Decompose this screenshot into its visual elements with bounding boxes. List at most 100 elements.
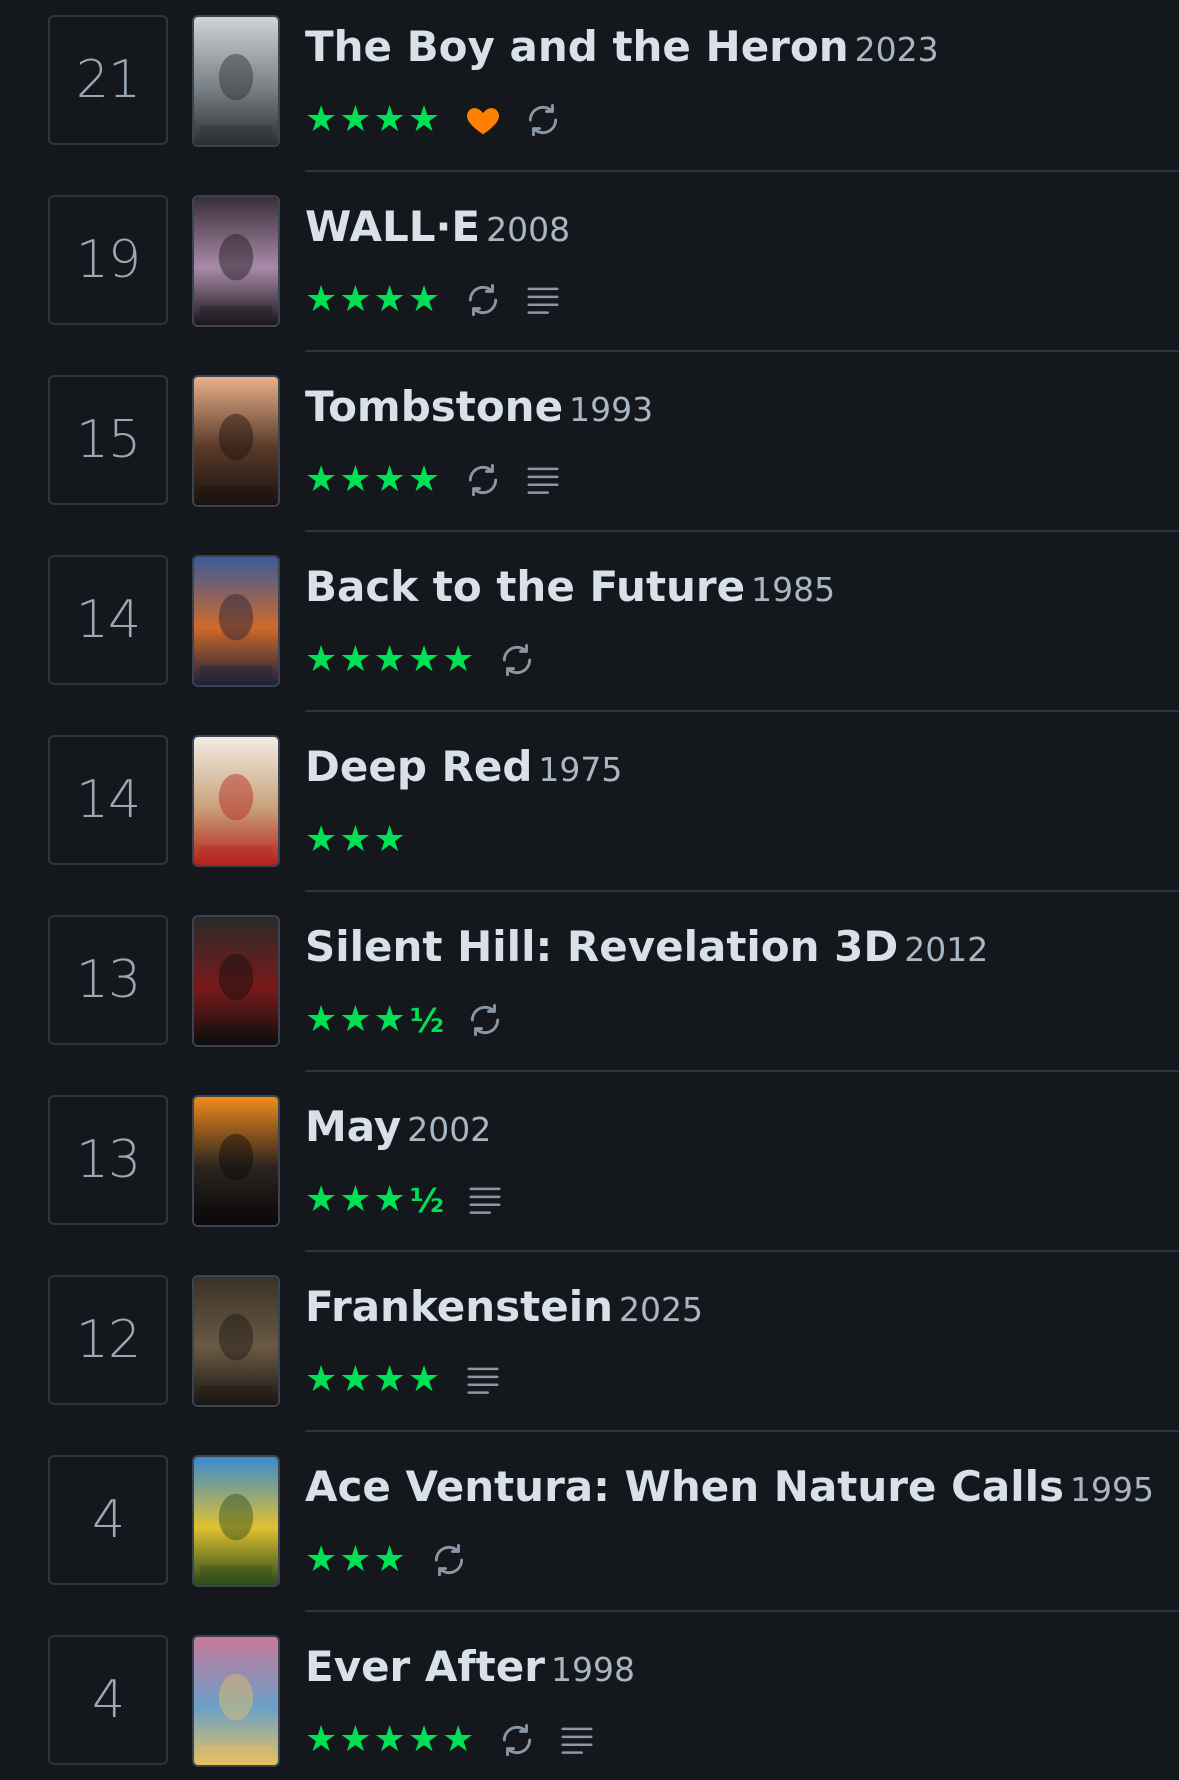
film-title[interactable]: The Boy and the Heron bbox=[305, 22, 849, 71]
film-poster[interactable] bbox=[192, 915, 280, 1047]
film-year[interactable]: 1993 bbox=[569, 390, 653, 429]
star-rating: ★★★★ bbox=[305, 1359, 443, 1400]
review-icon[interactable] bbox=[524, 281, 562, 319]
film-meta: ★★★★★ bbox=[305, 1720, 596, 1760]
film-year[interactable]: 2012 bbox=[904, 930, 988, 969]
film-year[interactable]: 1975 bbox=[538, 750, 622, 789]
film-year[interactable]: 1995 bbox=[1070, 1470, 1154, 1509]
film-row-2[interactable]: 19 WALL·E 2008 ★★★★ bbox=[0, 180, 1179, 360]
row-divider bbox=[305, 170, 1179, 172]
film-title-line[interactable]: Deep Red 1975 bbox=[305, 742, 622, 791]
rewatch-icon[interactable] bbox=[498, 641, 536, 679]
film-poster[interactable] bbox=[192, 735, 280, 867]
film-year[interactable]: 1998 bbox=[551, 1650, 635, 1689]
film-title[interactable]: Back to the Future bbox=[305, 562, 745, 611]
film-poster[interactable] bbox=[192, 1275, 280, 1407]
star-rating: ★★★★★ bbox=[305, 639, 477, 680]
row-divider bbox=[305, 1250, 1179, 1252]
film-row-5[interactable]: 14 Deep Red 1975 ★★★ bbox=[0, 720, 1179, 900]
film-row-1[interactable]: 21 The Boy and the Heron 2023 ★★★★ bbox=[0, 0, 1179, 180]
film-poster[interactable] bbox=[192, 15, 280, 147]
film-title[interactable]: Frankenstein bbox=[305, 1282, 613, 1331]
rewatch-icon[interactable] bbox=[464, 281, 502, 319]
film-year[interactable]: 2023 bbox=[855, 30, 939, 69]
star-rating: ★★★ bbox=[305, 1179, 408, 1220]
film-poster[interactable] bbox=[192, 1635, 280, 1767]
review-icon[interactable] bbox=[558, 1721, 596, 1759]
film-row-4[interactable]: 14 Back to the Future 1985 ★★★★★ bbox=[0, 540, 1179, 720]
rewatch-icon[interactable] bbox=[466, 1001, 504, 1039]
rank-badge: 12 bbox=[48, 1275, 168, 1405]
star-rating: ★★★★★ bbox=[305, 1719, 477, 1760]
film-meta: ★★★★ bbox=[305, 100, 562, 140]
film-title[interactable]: Ace Ventura: When Nature Calls bbox=[305, 1462, 1064, 1511]
review-icon[interactable] bbox=[464, 1361, 502, 1399]
film-meta: ★★★★ bbox=[305, 1360, 502, 1400]
rank-badge: 19 bbox=[48, 195, 168, 325]
ranked-film-list: 21 The Boy and the Heron 2023 ★★★★ 19 WAL… bbox=[0, 0, 1179, 1780]
film-meta: ★★★ bbox=[305, 820, 408, 860]
film-title[interactable]: May bbox=[305, 1102, 401, 1151]
star-rating: ★★★★ bbox=[305, 99, 443, 140]
film-row-7[interactable]: 13 May 2002 ★★★ ½ bbox=[0, 1080, 1179, 1260]
film-title-line[interactable]: May 2002 bbox=[305, 1102, 491, 1151]
rank-badge: 13 bbox=[48, 1095, 168, 1225]
rank-badge: 14 bbox=[48, 555, 168, 685]
rewatch-icon[interactable] bbox=[464, 461, 502, 499]
film-meta: ★★★★ bbox=[305, 280, 562, 320]
film-title-line[interactable]: Ever After 1998 bbox=[305, 1642, 635, 1691]
film-title[interactable]: Ever After bbox=[305, 1642, 545, 1691]
half-star: ½ bbox=[409, 1180, 444, 1220]
rank-badge: 4 bbox=[48, 1455, 168, 1585]
row-divider bbox=[305, 1610, 1179, 1612]
rank-badge: 15 bbox=[48, 375, 168, 505]
star-rating: ★★★★ bbox=[305, 459, 443, 500]
film-meta: ★★★★★ bbox=[305, 640, 536, 680]
star-rating: ★★★★ bbox=[305, 279, 443, 320]
row-divider bbox=[305, 530, 1179, 532]
film-row-3[interactable]: 15 Tombstone 1993 ★★★★ bbox=[0, 360, 1179, 540]
film-row-8[interactable]: 12 Frankenstein 2025 ★★★★ bbox=[0, 1260, 1179, 1440]
film-poster[interactable] bbox=[192, 375, 280, 507]
review-icon[interactable] bbox=[524, 461, 562, 499]
film-title-line[interactable]: Ace Ventura: When Nature Calls 1995 bbox=[305, 1462, 1154, 1511]
film-title-line[interactable]: The Boy and the Heron 2023 bbox=[305, 22, 939, 71]
film-title-line[interactable]: Silent Hill: Revelation 3D 2012 bbox=[305, 922, 988, 971]
film-title[interactable]: Tombstone bbox=[305, 382, 563, 431]
review-icon[interactable] bbox=[466, 1181, 504, 1219]
film-meta: ★★★★ bbox=[305, 460, 562, 500]
heart-icon[interactable] bbox=[464, 101, 502, 139]
film-row-10[interactable]: 4 Ever After 1998 ★★★★★ bbox=[0, 1620, 1179, 1780]
rank-badge: 14 bbox=[48, 735, 168, 865]
film-title-line[interactable]: Frankenstein 2025 bbox=[305, 1282, 703, 1331]
film-meta: ★★★ ½ bbox=[305, 1000, 504, 1040]
star-rating: ★★★ bbox=[305, 999, 408, 1040]
rewatch-icon[interactable] bbox=[498, 1721, 536, 1759]
film-title-line[interactable]: Tombstone 1993 bbox=[305, 382, 653, 431]
star-rating: ★★★ bbox=[305, 1539, 408, 1580]
film-title[interactable]: Silent Hill: Revelation 3D bbox=[305, 922, 898, 971]
film-poster[interactable] bbox=[192, 1095, 280, 1227]
film-title[interactable]: Deep Red bbox=[305, 742, 532, 791]
rewatch-icon[interactable] bbox=[430, 1541, 468, 1579]
rank-badge: 21 bbox=[48, 15, 168, 145]
film-year[interactable]: 2025 bbox=[619, 1290, 703, 1329]
film-year[interactable]: 1985 bbox=[751, 570, 835, 609]
film-title-line[interactable]: WALL·E 2008 bbox=[305, 202, 570, 251]
rank-badge: 13 bbox=[48, 915, 168, 1045]
film-meta: ★★★ bbox=[305, 1540, 468, 1580]
film-poster[interactable] bbox=[192, 195, 280, 327]
film-year[interactable]: 2002 bbox=[407, 1110, 491, 1149]
row-divider bbox=[305, 710, 1179, 712]
rank-badge: 4 bbox=[48, 1635, 168, 1765]
film-row-6[interactable]: 13 Silent Hill: Revelation 3D 2012 ★★★ ½ bbox=[0, 900, 1179, 1080]
film-poster[interactable] bbox=[192, 555, 280, 687]
film-title[interactable]: WALL·E bbox=[305, 202, 480, 251]
film-title-line[interactable]: Back to the Future 1985 bbox=[305, 562, 835, 611]
film-poster[interactable] bbox=[192, 1455, 280, 1587]
film-year[interactable]: 2008 bbox=[486, 210, 570, 249]
film-meta: ★★★ ½ bbox=[305, 1180, 504, 1220]
row-divider bbox=[305, 890, 1179, 892]
film-row-9[interactable]: 4 Ace Ventura: When Nature Calls 1995 ★★★ bbox=[0, 1440, 1179, 1620]
rewatch-icon[interactable] bbox=[524, 101, 562, 139]
